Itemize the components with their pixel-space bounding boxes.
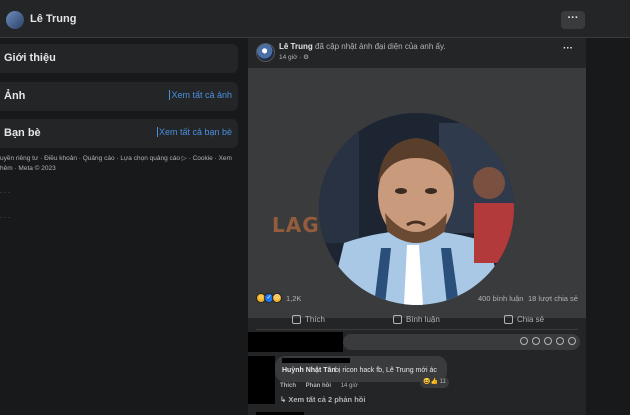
top-bar: Lê Trung ···: [0, 0, 630, 38]
comment-time[interactable]: 14 giờ: [341, 383, 358, 389]
redacted-avatar: [248, 332, 343, 352]
post-action-text: đã cập nhật ảnh đại diện của anh ấy.: [312, 42, 446, 51]
photo-illustration: [319, 113, 514, 305]
share-label: Chia sẻ: [517, 315, 545, 324]
emoji-icon[interactable]: [520, 337, 528, 345]
gif-icon[interactable]: [544, 337, 552, 345]
post-header: Lê Trung đã cập nhật ảnh đại diện của an…: [279, 42, 446, 51]
more-options-button[interactable]: ···: [561, 11, 585, 29]
photos-title: Ảnh: [4, 90, 26, 102]
shares-count[interactable]: 18 lượt chia sẻ: [528, 294, 578, 303]
reaction-icons[interactable]: ☺ ✓ ☹: [256, 293, 282, 303]
footer-links[interactable]: uyền riêng tư · Điều khoản · Quảng cáo ·…: [0, 154, 236, 174]
post-more-button[interactable]: ···: [563, 43, 573, 54]
see-all-friends-link[interactable]: Xem tất cả bạn bè: [156, 127, 232, 137]
comment-icon: [393, 315, 402, 324]
post-stats: ☺ ✓ ☹ 1,2K 400 bình luận 18 lượt chia sẻ: [256, 293, 580, 305]
redacted-text: [282, 358, 350, 363]
share-button[interactable]: Chia sẻ: [504, 315, 544, 324]
thumbs-up-icon: [292, 315, 301, 324]
comments-count[interactable]: 400 bình luận: [478, 294, 523, 303]
post-timestamp[interactable]: 14 giờ · ⚙: [279, 53, 309, 61]
comment-label: Bình luận: [406, 315, 440, 324]
like-label: Thích: [305, 315, 326, 324]
profile-avatar[interactable]: [6, 11, 24, 29]
watermark-logo: LAG: [272, 213, 320, 237]
footer-fragment: · · ·: [0, 189, 11, 196]
profile-name[interactable]: Lê Trung: [30, 13, 76, 25]
camera-icon[interactable]: [532, 337, 540, 345]
comment-composer: [248, 332, 580, 352]
like-button[interactable]: Thích: [292, 315, 325, 324]
profile-photo-circle: [319, 113, 514, 305]
post-author-name[interactable]: Lê Trung: [279, 42, 313, 51]
comment-reactions[interactable]: 😆👍 11: [420, 377, 449, 388]
friends-card: Bạn bè Xem tất cả bạn bè: [0, 119, 238, 148]
redacted-commenter-avatar: [248, 356, 275, 404]
reaction-count[interactable]: 1,2K: [286, 294, 301, 303]
comment-text: bị ricon hack fb, Lê Trung mới ác: [335, 367, 437, 374]
profile-photo[interactable]: LAG: [248, 68, 586, 318]
comment-like-action[interactable]: Thích: [280, 383, 296, 389]
view-replies-link[interactable]: ↳ Xem tất cả 2 phản hồi: [280, 395, 365, 404]
intro-title: Giới thiệu: [4, 52, 56, 64]
post-card: Lê Trung đã cập nhật ảnh đại diện của an…: [248, 38, 586, 415]
comment-input[interactable]: [343, 334, 580, 350]
divider: [256, 308, 578, 309]
avatar-sticker-icon[interactable]: [568, 337, 576, 345]
comment-button[interactable]: Bình luận: [393, 315, 440, 324]
comment-meta: Thích Phản hồi 14 giờ: [280, 383, 366, 389]
comment-reply-action[interactable]: Phản hồi: [306, 383, 331, 389]
sticker-icon[interactable]: [556, 337, 564, 345]
composer-icons: [520, 337, 576, 345]
share-icon: [504, 315, 513, 324]
photos-card: Ảnh Xem tất cả ảnh: [0, 82, 238, 111]
friends-title: Bạn bè: [4, 127, 41, 139]
post-author-avatar[interactable]: [256, 43, 275, 62]
post-actions: Thích Bình luận Chia sẻ: [256, 313, 578, 329]
divider: [256, 329, 578, 330]
footer-fragment: · · ·: [0, 214, 11, 221]
see-all-photos-link[interactable]: Xem tất cả ảnh: [169, 90, 232, 100]
intro-card: Giới thiệu: [0, 44, 238, 73]
sad-reaction-icon: ☹: [272, 293, 282, 303]
comment-author[interactable]: Huỳnh Nhật Tân: [282, 367, 336, 374]
